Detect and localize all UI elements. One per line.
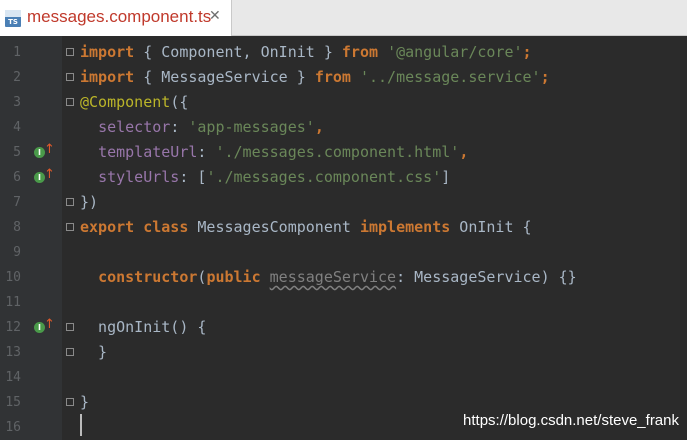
code-token: export: [80, 218, 135, 236]
code-line[interactable]: templateUrl: './messages.component.html'…: [80, 140, 468, 165]
implements-method-icon[interactable]: I ↑: [34, 168, 55, 184]
code-token: { Component, OnInit }: [134, 43, 342, 61]
code-token: ,: [314, 118, 324, 136]
line-number: 10: [5, 270, 21, 285]
editor-tab-bar: TS messages.component.ts ✕: [0, 0, 687, 36]
code-token: MessagesComponent: [188, 218, 360, 236]
code-token: from: [341, 43, 379, 61]
code-token: :: [170, 118, 189, 136]
code-token: ;: [540, 68, 550, 86]
code-line[interactable]: }: [80, 390, 89, 415]
code-token: { MessageService }: [134, 68, 315, 86]
code-token: class: [143, 218, 189, 236]
code-token: messageService: [269, 268, 397, 286]
code-token: : MessageService) {}: [396, 268, 577, 286]
code-token: public: [206, 268, 261, 286]
code-token: ]: [441, 168, 451, 186]
code-token: '@angular/core': [387, 43, 523, 61]
fold-marker-icon[interactable]: [66, 323, 74, 331]
code-token: ;: [522, 43, 532, 61]
line-number: 11: [5, 295, 21, 310]
code-token: constructor: [98, 268, 198, 286]
code-line[interactable]: import { Component, OnInit } from '@angu…: [80, 40, 532, 65]
code-token: ({: [170, 93, 189, 111]
tab-messages-component-ts[interactable]: TS messages.component.ts ✕: [0, 0, 232, 36]
code-token: selector: [98, 118, 171, 136]
code-line[interactable]: import { MessageService } from '../messa…: [80, 65, 550, 90]
close-icon[interactable]: ✕: [209, 8, 221, 24]
implements-method-icon[interactable]: I ↑: [34, 318, 55, 334]
code-line[interactable]: styleUrls: ['./messages.component.css']: [80, 165, 450, 190]
line-number: 2: [13, 70, 21, 85]
line-number: 7: [13, 195, 21, 210]
line-number: 8: [13, 220, 21, 235]
line-number: 1: [13, 45, 21, 60]
fold-marker-icon[interactable]: [66, 73, 74, 81]
line-number: 16: [5, 420, 21, 435]
line-number: 12: [5, 320, 21, 335]
code-token: ngOnInit() {: [80, 318, 207, 336]
code-line[interactable]: }: [80, 340, 107, 365]
fold-marker-icon[interactable]: [66, 348, 74, 356]
code-token: ,: [459, 143, 469, 161]
line-number: 5: [13, 145, 21, 160]
fold-marker-icon[interactable]: [66, 98, 74, 106]
code-token: implements: [359, 218, 451, 236]
line-number: 4: [13, 120, 21, 135]
fold-marker-icon[interactable]: [66, 398, 74, 406]
line-number: 15: [5, 395, 21, 410]
code-token: }: [80, 343, 108, 361]
code-line[interactable]: constructor(public messageService: Messa…: [80, 265, 577, 290]
code-token: }): [80, 193, 99, 211]
code-token: @Component: [80, 93, 171, 111]
fold-marker-icon[interactable]: [66, 198, 74, 206]
code-token: :: [197, 143, 216, 161]
code-token: './messages.component.html': [215, 143, 460, 161]
code-token: : [: [179, 168, 207, 186]
code-line[interactable]: ngOnInit() {: [80, 315, 206, 340]
fold-marker-icon[interactable]: [66, 48, 74, 56]
code-token: OnInit {: [450, 218, 532, 236]
code-line[interactable]: selector: 'app-messages',: [80, 115, 324, 140]
typescript-file-icon: TS: [5, 10, 21, 27]
line-number: 9: [13, 245, 21, 260]
line-number: 6: [13, 170, 21, 185]
line-number: 3: [13, 95, 21, 110]
code-token: from: [314, 68, 351, 86]
line-number: 14: [5, 370, 21, 385]
code-token: '../message.service': [359, 68, 541, 86]
code-token: }: [80, 393, 90, 411]
text-cursor: [80, 414, 82, 436]
code-line[interactable]: }): [80, 190, 98, 215]
code-token: 'app-messages': [188, 118, 315, 136]
fold-marker-icon[interactable]: [66, 223, 74, 231]
code-token: import: [80, 43, 135, 61]
code-token: './messages.component.css': [206, 168, 442, 186]
editor-gutter[interactable]: 1 2 3 4 5 6 7 8 9 10 11 12 13 14 15 16 I ↑ I ↑ I ↑: [0, 36, 62, 440]
tab-title: messages.component.ts: [27, 7, 212, 26]
code-line[interactable]: @Component({: [80, 90, 188, 115]
line-number: 13: [5, 345, 21, 360]
code-token: styleUrls: [98, 168, 180, 186]
watermark: https://blog.csdn.net/steve_frank: [463, 412, 679, 429]
implements-method-icon[interactable]: I ↑: [34, 143, 55, 159]
code-token: import: [80, 68, 135, 86]
code-token: templateUrl: [98, 143, 198, 161]
code-line[interactable]: export class MessagesComponent implement…: [80, 215, 532, 240]
